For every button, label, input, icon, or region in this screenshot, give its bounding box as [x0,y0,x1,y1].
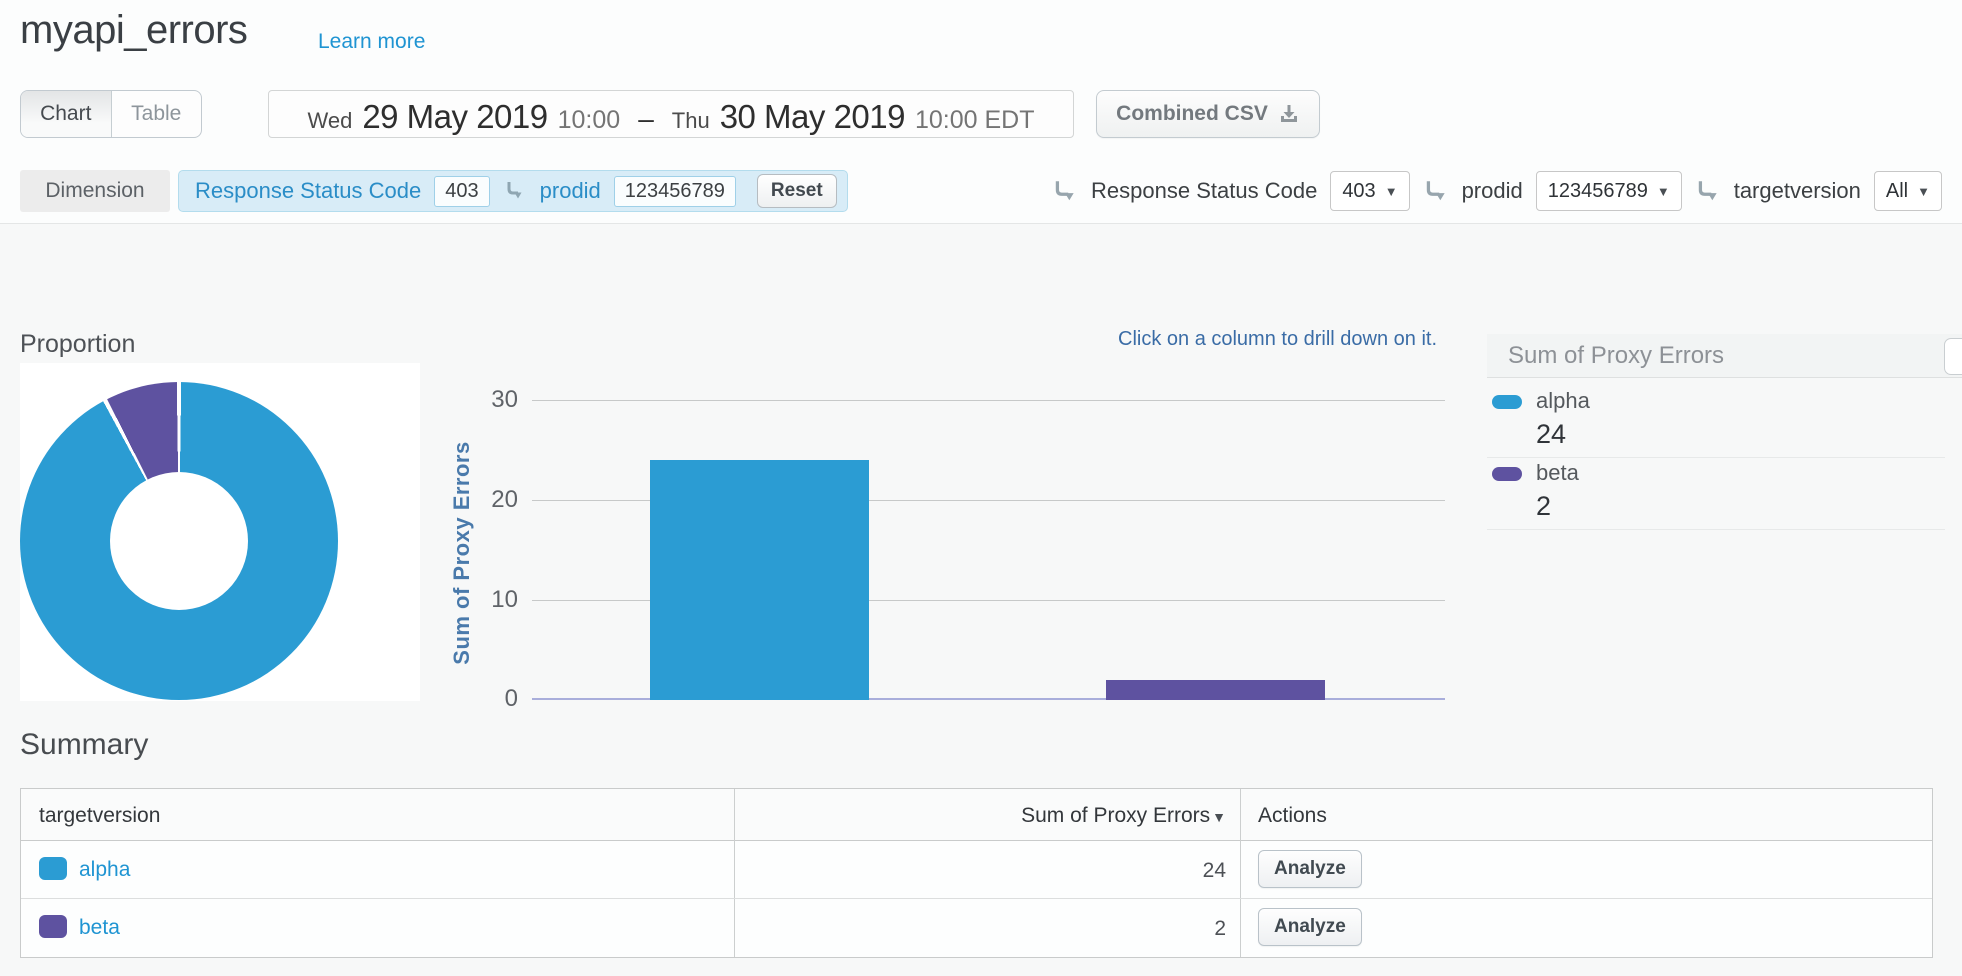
y-tick-10: 10 [438,585,518,615]
chevron-down-icon: ▼ [1917,184,1930,199]
summary-table: targetversion Sum of Proxy Errors▼ Actio… [20,788,1933,958]
header-actions: Actions [1258,804,1327,828]
page-title: myapi_errors [20,8,247,53]
gridline-30 [532,400,1445,401]
filter2-value-chip: 123456789 [614,176,736,207]
chevron-down-icon: ▼ [1657,184,1670,199]
legend-title: Sum of Proxy Errors [1508,342,1724,370]
selector-label-targetversion: targetversion [1734,178,1861,204]
end-day: Thu [672,108,710,134]
learn-more-link[interactable]: Learn more [318,30,425,54]
row-value-alpha: 24 [734,859,1226,883]
end-time: 10:00 EDT [915,106,1035,135]
bar-chart [532,400,1445,700]
chart-options-button[interactable] [1944,338,1962,375]
legend-swatch-beta [1492,467,1522,481]
date-range-separator: – [630,103,662,135]
dimension-selectors: Response Status Code 403 ▼ prodid 123456… [1052,170,1942,212]
combined-csv-label: Combined CSV [1116,102,1268,126]
response-status-code-value: 403 [1342,180,1375,203]
header-sum-of-proxy-errors[interactable]: Sum of Proxy Errors▼ [734,804,1226,828]
view-toggle: Chart Table [20,90,202,138]
legend-label-beta: beta [1536,460,1579,486]
date-range-picker[interactable]: Wed 29 May 2019 10:00 – Thu 30 May 2019 … [268,90,1074,138]
drill-hint: Click on a column to drill down on it. [1118,328,1437,351]
row-divider [21,898,1932,899]
y-tick-30: 30 [438,385,518,415]
column-divider [1240,789,1241,957]
header-targetversion: targetversion [39,804,160,828]
drill-down-arrow-icon [503,179,527,203]
drill-down-arrow-icon [1052,178,1078,204]
row-swatch-beta [39,915,67,938]
active-filters-breadcrumb: Response Status Code 403 prodid 12345678… [178,170,848,212]
targetversion-select[interactable]: All ▼ [1874,171,1942,211]
donut-hole [110,472,248,610]
prodid-select[interactable]: 123456789 ▼ [1536,171,1682,211]
proportion-title: Proportion [20,330,135,359]
sort-desc-icon: ▼ [1212,809,1226,825]
summary-title: Summary [20,728,148,762]
legend-divider [1487,457,1945,458]
end-date: 30 May 2019 [720,98,905,136]
selector-label-response-status-code: Response Status Code [1091,178,1317,204]
filter1-value-chip: 403 [434,176,489,207]
legend-value-alpha: 24 [1536,419,1566,450]
start-date: 29 May 2019 [362,98,547,136]
chart-view-button[interactable]: Chart [21,91,111,137]
prodid-value: 123456789 [1548,180,1648,203]
filter1-name: Response Status Code [195,178,421,204]
bar-alpha[interactable] [650,460,869,700]
drill-down-arrow-icon [1695,178,1721,204]
bar-beta[interactable] [1106,680,1325,700]
start-day: Wed [307,108,352,134]
legend-divider [1487,529,1945,530]
row-link-beta[interactable]: beta [79,916,120,940]
selector-label-prodid: prodid [1462,178,1523,204]
row-value-beta: 2 [734,917,1226,941]
targetversion-value: All [1886,180,1908,203]
dimension-label: Dimension [20,170,170,212]
y-tick-20: 20 [438,485,518,515]
analyze-button-alpha[interactable]: Analyze [1258,850,1362,888]
legend-header: Sum of Proxy Errors [1487,334,1962,378]
y-tick-0: 0 [438,684,518,714]
y-axis-label: Sum of Proxy Errors [449,441,475,664]
drill-down-arrow-icon [1423,178,1449,204]
legend-swatch-alpha [1492,395,1522,409]
start-time: 10:00 [558,106,621,135]
row-link-alpha[interactable]: alpha [79,858,130,882]
row-swatch-alpha [39,857,67,880]
download-icon [1278,103,1300,125]
filter2-name: prodid [540,178,601,204]
legend-value-beta: 2 [1536,491,1551,522]
response-status-code-select[interactable]: 403 ▼ [1330,171,1409,211]
analytics-dashboard: myapi_errors Learn more Chart Table Wed … [0,0,1962,976]
table-view-button[interactable]: Table [111,91,202,137]
reset-filters-button[interactable]: Reset [757,174,837,208]
chevron-down-icon: ▼ [1385,184,1398,199]
combined-csv-button[interactable]: Combined CSV [1096,90,1320,138]
analyze-button-beta[interactable]: Analyze [1258,908,1362,946]
legend-label-alpha: alpha [1536,388,1590,414]
